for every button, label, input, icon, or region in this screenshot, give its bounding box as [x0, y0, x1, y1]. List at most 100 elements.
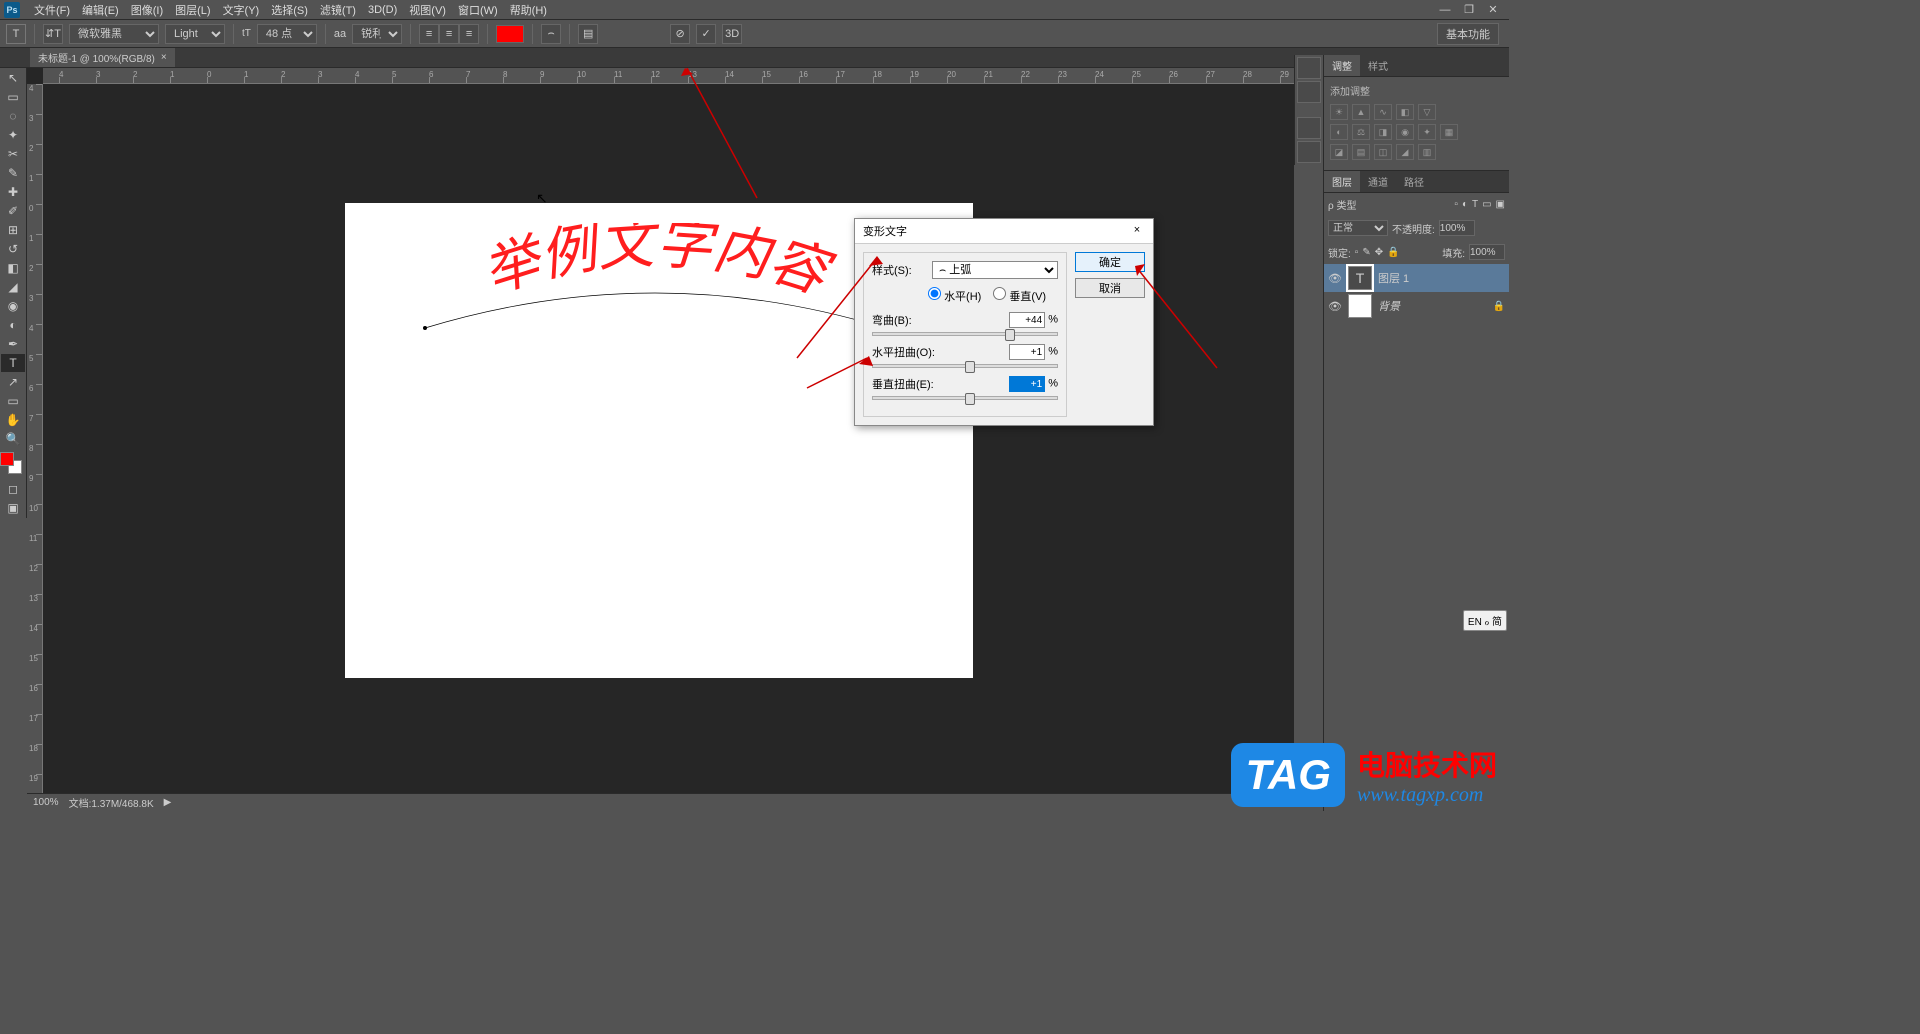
history-brush-tool[interactable]: ↺ [1, 240, 25, 258]
doc-info[interactable]: 文档:1.37M/468.8K [69, 795, 154, 810]
visibility-icon[interactable]: 👁 [1328, 300, 1342, 313]
lock-transparent-icon[interactable]: ▫ [1355, 247, 1359, 258]
lock-pixels-icon[interactable]: ✎ [1362, 247, 1370, 258]
status-arrow-icon[interactable]: ▶ [164, 797, 172, 808]
dodge-tool[interactable]: ◐ [1, 316, 25, 334]
paragraph-panel-icon[interactable] [1297, 141, 1321, 163]
align-left-button[interactable]: ≡ [419, 24, 439, 44]
lock-all-icon[interactable]: 🔒 [1387, 247, 1399, 258]
move-tool[interactable]: ↖ [1, 69, 25, 87]
menu-image[interactable]: 图像(I) [125, 0, 169, 20]
brightness-icon[interactable]: ☀ [1330, 104, 1348, 120]
selective-color-icon[interactable]: ▥ [1418, 144, 1436, 160]
properties-panel-icon[interactable] [1297, 81, 1321, 103]
lasso-tool[interactable]: ◌ [1, 107, 25, 125]
filter-type-icon[interactable]: T [1472, 199, 1478, 210]
bend-slider[interactable] [872, 332, 1058, 336]
styles-tab[interactable]: 样式 [1360, 55, 1396, 76]
filter-smart-icon[interactable]: ▣ [1496, 199, 1505, 210]
dialog-titlebar[interactable]: 变形文字 × [855, 219, 1153, 244]
magic-wand-tool[interactable]: ✦ [1, 126, 25, 144]
menu-file[interactable]: 文件(F) [28, 0, 76, 20]
menu-edit[interactable]: 编辑(E) [76, 0, 125, 20]
color-picker[interactable] [0, 452, 22, 474]
healing-brush-tool[interactable]: ✚ [1, 183, 25, 201]
fill-input[interactable] [1469, 244, 1505, 260]
menu-select[interactable]: 选择(S) [265, 0, 314, 20]
text-orientation-button[interactable]: ⇵T [43, 24, 63, 44]
shape-tool[interactable]: ▭ [1, 392, 25, 410]
menu-filter[interactable]: 滤镜(T) [314, 0, 362, 20]
ok-button[interactable]: 确定 [1075, 252, 1145, 272]
menu-type[interactable]: 文字(Y) [217, 0, 266, 20]
tab-close-icon[interactable]: × [161, 52, 167, 63]
screen-mode-button[interactable]: ▣ [1, 499, 25, 517]
warped-text-layer[interactable]: 举例文字内容 [405, 223, 905, 346]
document-tab[interactable]: 未标题-1 @ 100%(RGB/8) × [30, 48, 175, 67]
eraser-tool[interactable]: ◧ [1, 259, 25, 277]
warp-text-button[interactable]: ⌢ [541, 24, 561, 44]
hand-tool[interactable]: ✋ [1, 411, 25, 429]
filter-pixel-icon[interactable]: ▫ [1454, 199, 1458, 210]
zoom-tool[interactable]: 🔍 [1, 430, 25, 448]
menu-view[interactable]: 视图(V) [403, 0, 452, 20]
channel-mixer-icon[interactable]: ✦ [1418, 124, 1436, 140]
font-family-select[interactable]: 微软雅黑 [69, 24, 159, 44]
layer-name[interactable]: 背景 [1378, 298, 1400, 314]
workspace-button[interactable]: 基本功能 [1437, 23, 1499, 45]
cancel-edit-button[interactable]: ⊘ [670, 24, 690, 44]
blend-mode-select[interactable]: 正常 [1328, 220, 1388, 236]
vibrance-icon[interactable]: ▽ [1418, 104, 1436, 120]
layer-name[interactable]: 图层 1 [1378, 270, 1409, 286]
color-balance-icon[interactable]: ⚖ [1352, 124, 1370, 140]
blur-tool[interactable]: ◉ [1, 297, 25, 315]
orient-horizontal-radio[interactable]: 水平(H) [928, 287, 981, 304]
quick-mask-button[interactable]: ◻ [1, 480, 25, 498]
exposure-icon[interactable]: ◧ [1396, 104, 1414, 120]
zoom-level[interactable]: 100% [33, 797, 59, 808]
align-center-button[interactable]: ≡ [439, 24, 459, 44]
filter-adjust-icon[interactable]: ◐ [1462, 199, 1468, 210]
font-size-select[interactable]: 48 点 [257, 24, 317, 44]
visibility-icon[interactable]: 👁 [1328, 272, 1342, 285]
eyedropper-tool[interactable]: ✎ [1, 164, 25, 182]
layer-row[interactable]: 👁 背景 🔒 [1324, 292, 1509, 320]
posterize-icon[interactable]: ▤ [1352, 144, 1370, 160]
align-right-button[interactable]: ≡ [459, 24, 479, 44]
crop-tool[interactable]: ✂ [1, 145, 25, 163]
menu-layer[interactable]: 图层(L) [169, 0, 216, 20]
menu-help[interactable]: 帮助(H) [504, 0, 553, 20]
warp-style-select[interactable]: ⌢ 上弧 [932, 261, 1058, 279]
hdist-slider[interactable] [872, 364, 1058, 368]
cancel-button[interactable]: 取消 [1075, 278, 1145, 298]
menu-window[interactable]: 窗口(W) [452, 0, 504, 20]
ime-indicator[interactable]: EN ℴ 简 [1463, 610, 1507, 631]
orient-vertical-radio[interactable]: 垂直(V) [993, 287, 1046, 304]
opacity-input[interactable] [1439, 220, 1475, 236]
threshold-icon[interactable]: ◫ [1374, 144, 1392, 160]
hdist-input[interactable] [1009, 344, 1045, 360]
type-tool[interactable]: T [1, 354, 25, 372]
antialias-select[interactable]: 锐利 [352, 24, 402, 44]
invert-icon[interactable]: ◪ [1330, 144, 1348, 160]
minimize-button[interactable]: — [1437, 3, 1453, 17]
3d-button[interactable]: 3D [722, 24, 742, 44]
character-panel-icon[interactable] [1297, 117, 1321, 139]
menu-3d[interactable]: 3D(D) [362, 2, 403, 18]
adjustments-tab[interactable]: 调整 [1324, 55, 1360, 76]
paths-tab[interactable]: 路径 [1396, 171, 1432, 192]
history-panel-icon[interactable] [1297, 57, 1321, 79]
marquee-tool[interactable]: ▭ [1, 88, 25, 106]
bend-input[interactable] [1009, 312, 1045, 328]
character-panel-button[interactable]: ▤ [578, 24, 598, 44]
gradient-map-icon[interactable]: ◢ [1396, 144, 1414, 160]
gradient-tool[interactable]: ◢ [1, 278, 25, 296]
bw-icon[interactable]: ◨ [1374, 124, 1392, 140]
font-weight-select[interactable]: Light [165, 24, 225, 44]
path-selection-tool[interactable]: ↗ [1, 373, 25, 391]
brush-tool[interactable]: ✐ [1, 202, 25, 220]
filter-shape-icon[interactable]: ▭ [1482, 199, 1491, 210]
pen-tool[interactable]: ✒ [1, 335, 25, 353]
foreground-color-swatch[interactable] [0, 452, 14, 466]
clone-stamp-tool[interactable]: ⊞ [1, 221, 25, 239]
